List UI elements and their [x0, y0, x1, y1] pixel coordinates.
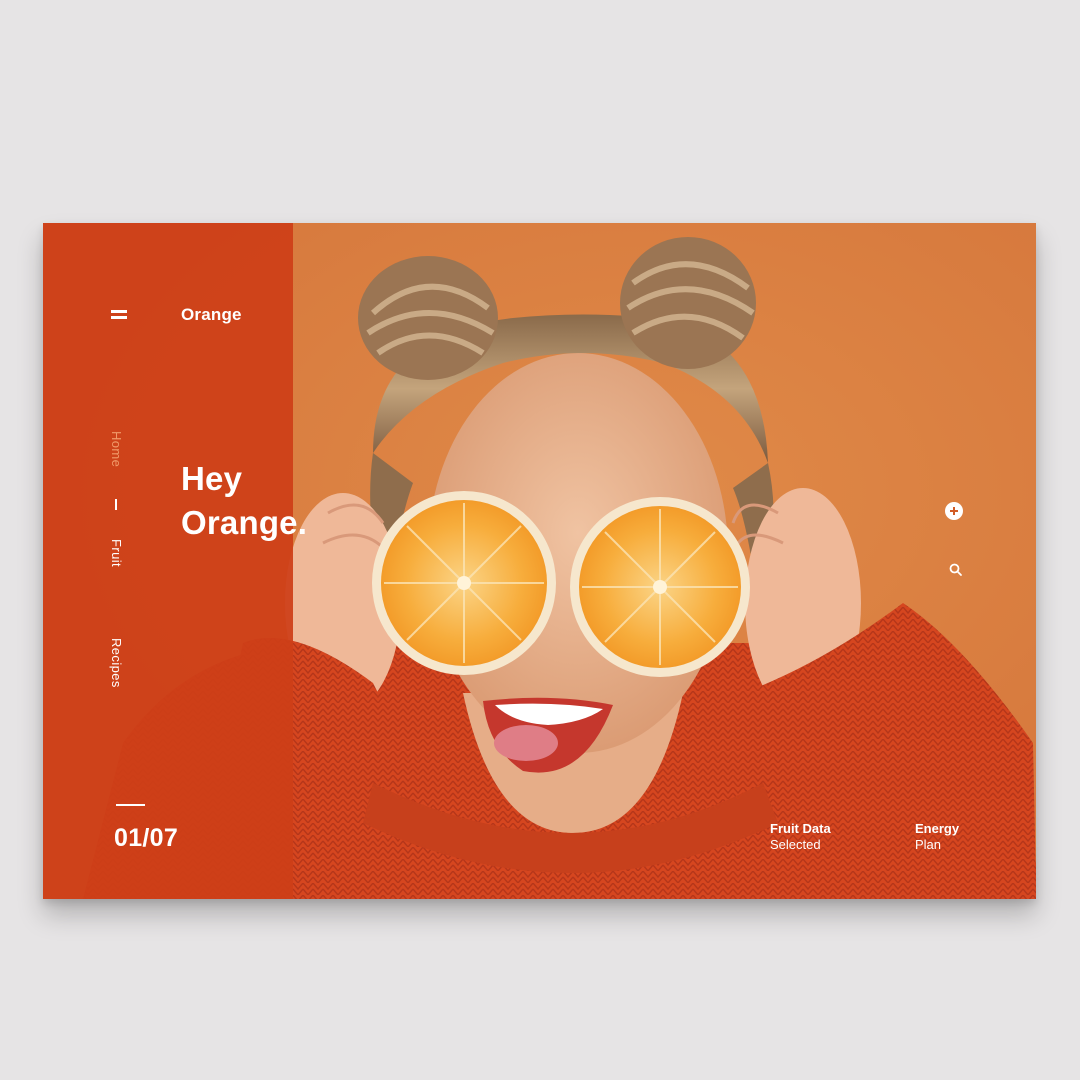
hero-headline: Hey Orange. — [181, 457, 307, 545]
energy-title: Energy — [915, 821, 960, 836]
headline-line-2: Orange. — [181, 504, 308, 541]
vertical-nav: Home Fruit Recipes — [106, 423, 132, 723]
slide-counter: 01/07 — [114, 824, 179, 852]
headline-line-1: Hey — [181, 460, 243, 497]
brand-title[interactable]: Orange — [181, 305, 242, 325]
plus-icon[interactable] — [945, 502, 963, 520]
fruit-data-subtitle: Selected — [770, 837, 821, 852]
fruit-data-link[interactable]: Fruit Data Selected — [770, 821, 831, 853]
nav-item-home[interactable]: Home — [109, 431, 124, 467]
nav-item-fruit[interactable]: Fruit — [109, 539, 124, 567]
energy-plan-link[interactable]: Energy Plan — [915, 821, 959, 853]
page-background: Orange Hey Orange. Home Fruit Recipes 01… — [0, 0, 1080, 1080]
search-icon[interactable] — [948, 562, 964, 578]
energy-subtitle: Plan — [915, 837, 942, 852]
hero-card: Orange Hey Orange. Home Fruit Recipes 01… — [43, 223, 1036, 899]
nav-item-recipes[interactable]: Recipes — [109, 638, 124, 688]
sidebar-panel — [43, 223, 293, 899]
fruit-data-title: Fruit Data — [770, 821, 831, 836]
hamburger-menu-icon[interactable] — [111, 309, 127, 320]
counter-divider — [116, 804, 145, 806]
nav-divider — [115, 499, 117, 510]
